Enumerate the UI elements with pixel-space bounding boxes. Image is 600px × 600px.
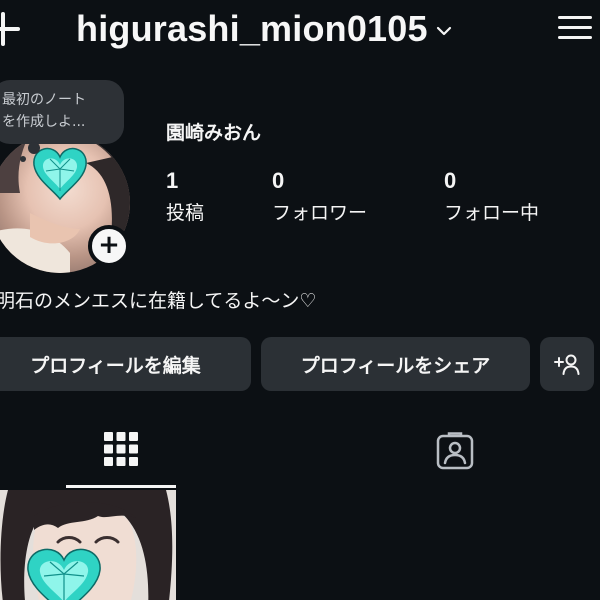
add-user-button[interactable] [540, 337, 594, 391]
add-story-button[interactable]: + [88, 225, 130, 267]
share-profile-button[interactable]: プロフィールをシェア [261, 337, 530, 391]
add-person-icon [554, 354, 580, 375]
bio: 明石のメンエスに在籍してるよ～ン♡ [0, 290, 317, 312]
stat-following[interactable]: 0 フォロー中 [444, 168, 539, 225]
grid-icon [104, 432, 138, 466]
post-photo [0, 490, 176, 600]
posts-count: 1 [166, 168, 179, 193]
followers-label: フォロワー [272, 202, 368, 224]
tagged-person-icon [436, 432, 474, 470]
edit-profile-button[interactable]: プロフィールを編集 [0, 337, 251, 391]
username: higurashi_mion0105 [76, 8, 428, 49]
note-bubble[interactable]: 最初のノート を作成しよ... [0, 80, 124, 162]
post-thumbnail[interactable] [0, 490, 176, 600]
account-switcher[interactable]: higurashi_mion0105 [76, 8, 452, 50]
note-bubble-tail-dot [20, 156, 26, 162]
followers-count: 0 [272, 168, 285, 193]
following-label: フォロー中 [444, 202, 540, 224]
note-bubble-tail [28, 142, 40, 154]
following-count: 0 [444, 168, 457, 193]
plus-icon: + [98, 230, 120, 260]
stat-followers[interactable]: 0 フォロワー [272, 168, 367, 225]
note-line-1: 最初のノート [2, 92, 86, 108]
note-line-2: を作成しよ... [2, 114, 86, 130]
create-plus-icon[interactable] [0, 12, 20, 46]
chevron-down-icon [436, 26, 451, 36]
posts-label: 投稿 [166, 202, 205, 224]
tab-tagged[interactable] [400, 420, 510, 486]
stat-posts[interactable]: 1 投稿 [166, 168, 204, 225]
profile-screen: higurashi_mion0105 最初のノート を作成しよ... + 園崎み… [0, 0, 600, 600]
hamburger-menu-icon[interactable] [558, 14, 592, 42]
display-name: 園崎みおん [166, 122, 262, 144]
tab-posts-grid[interactable] [66, 420, 176, 488]
